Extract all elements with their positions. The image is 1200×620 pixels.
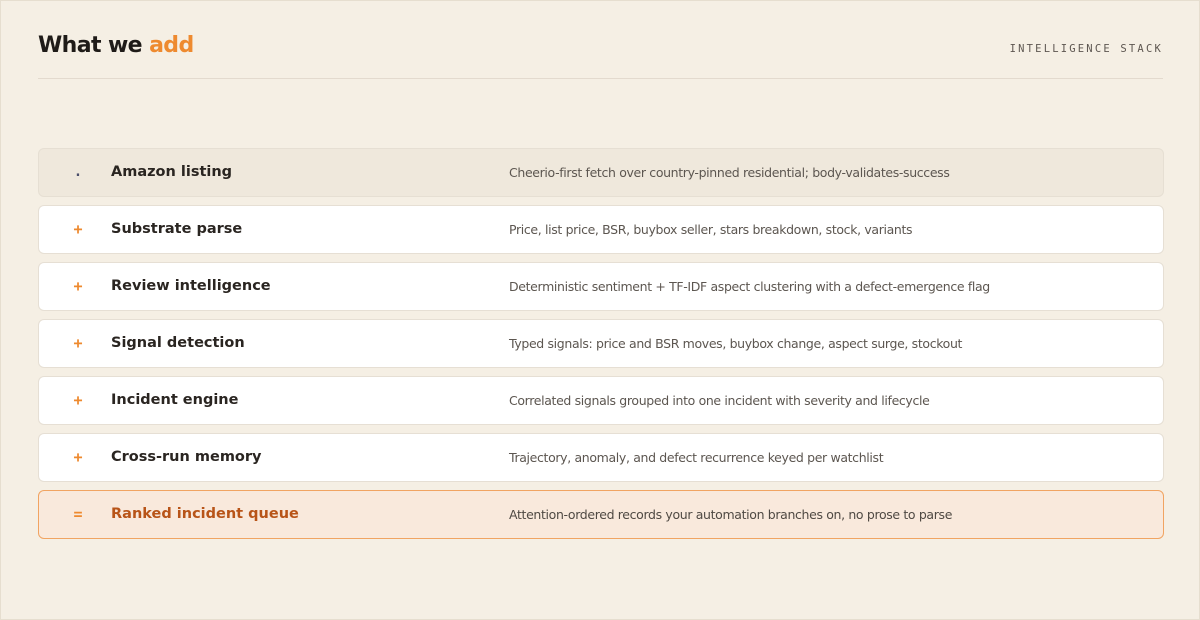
stack-row-review-intelligence: + Review intelligence Deterministic sent… <box>38 262 1164 311</box>
plus-marker-icon: + <box>73 220 83 238</box>
plus-marker-icon: + <box>73 448 83 466</box>
equals-marker-icon: = <box>73 505 83 523</box>
stack-row-label: Signal detection <box>111 335 245 351</box>
stack-row-description: Typed signals: price and BSR moves, buyb… <box>509 336 963 351</box>
stack-row-label: Review intelligence <box>111 278 271 294</box>
stack-panel: What we add INTELLIGENCE STACK . Amazon … <box>0 0 1200 620</box>
stack-row-amazon-listing: . Amazon listing Cheerio-first fetch ove… <box>38 148 1164 197</box>
stack-row-description: Price, list price, BSR, buybox seller, s… <box>509 222 913 237</box>
stack-list: . Amazon listing Cheerio-first fetch ove… <box>38 148 1164 547</box>
stack-row-substrate-parse: + Substrate parse Price, list price, BSR… <box>38 205 1164 254</box>
stack-row-ranked-incident-queue: = Ranked incident queue Attention-ordere… <box>38 490 1164 539</box>
stack-row-label: Ranked incident queue <box>111 506 299 522</box>
panel-header: What we add INTELLIGENCE STACK <box>38 27 1163 79</box>
stack-row-label: Amazon listing <box>111 164 233 180</box>
section-kicker: INTELLIGENCE STACK <box>1009 43 1163 55</box>
stack-row-description: Correlated signals grouped into one inci… <box>509 393 930 408</box>
stack-row-description: Cheerio-first fetch over country-pinned … <box>509 165 950 180</box>
stack-row-description: Attention-ordered records your automatio… <box>509 507 953 522</box>
plus-marker-icon: + <box>73 277 83 295</box>
plus-marker-icon: + <box>73 391 83 409</box>
stack-row-cross-run-memory: + Cross-run memory Trajectory, anomaly, … <box>38 433 1164 482</box>
title-accent: add <box>149 33 194 58</box>
stack-row-label: Incident engine <box>111 392 239 408</box>
stack-row-description: Deterministic sentiment + TF-IDF aspect … <box>509 279 990 294</box>
stack-row-incident-engine: + Incident engine Correlated signals gro… <box>38 376 1164 425</box>
stack-row-label: Substrate parse <box>111 221 243 237</box>
dot-marker-icon: . <box>73 164 83 180</box>
page-title: What we add <box>38 32 194 60</box>
plus-marker-icon: + <box>73 334 83 352</box>
stack-row-signal-detection: + Signal detection Typed signals: price … <box>38 319 1164 368</box>
title-main: What we <box>38 33 143 58</box>
stack-row-label: Cross-run memory <box>111 449 262 465</box>
stack-row-description: Trajectory, anomaly, and defect recurren… <box>509 450 884 465</box>
